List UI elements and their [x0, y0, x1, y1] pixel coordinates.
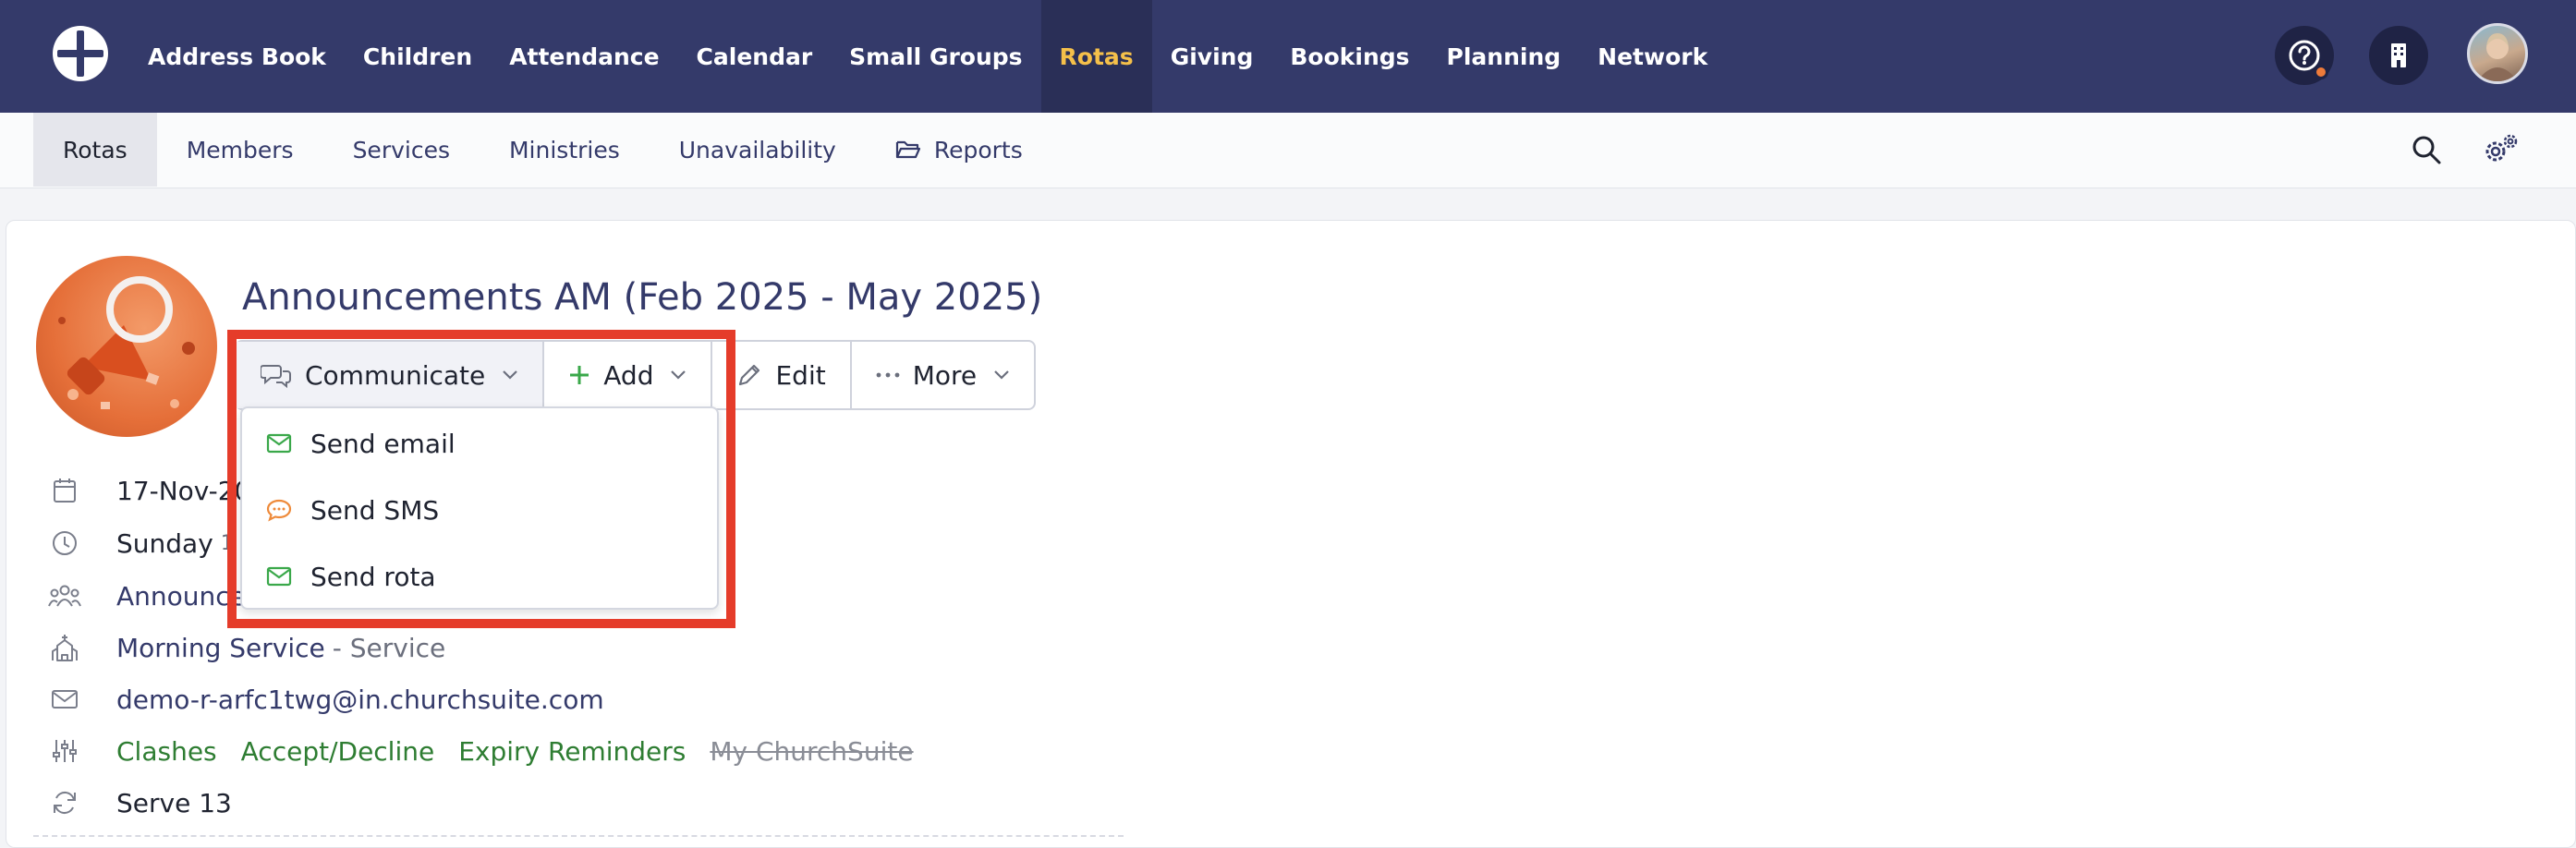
nav-attendance[interactable]: Attendance [491, 0, 677, 113]
envelope-icon [52, 690, 78, 709]
detail-day: Sunday 1 [48, 525, 234, 562]
setting-clashes: Clashes [116, 735, 217, 767]
folder-open-icon [895, 140, 920, 159]
nav-small-groups[interactable]: Small Groups [831, 0, 1040, 113]
main-menu: Address Book Children Attendance Calenda… [129, 0, 1726, 113]
subnav-members[interactable]: Members [157, 113, 323, 187]
top-navigation-bar: Address Book Children Attendance Calenda… [0, 0, 2576, 113]
setting-expiry-reminders: Expiry Reminders [458, 735, 687, 767]
service-type: - Service [332, 632, 446, 663]
calendar-icon [54, 479, 76, 503]
building-icon [2391, 43, 2406, 67]
nav-planning[interactable]: Planning [1428, 0, 1580, 113]
search-icon [2412, 136, 2441, 164]
nav-bookings[interactable]: Bookings [1271, 0, 1428, 113]
subnav-services[interactable]: Services [323, 113, 480, 187]
chevron-down-icon [994, 370, 1009, 380]
highlight-box [227, 330, 735, 628]
gears-icon [2485, 134, 2518, 162]
edit-label: Edit [775, 359, 826, 391]
more-label: More [912, 359, 978, 391]
clock-icon [53, 531, 77, 555]
rota-email-link[interactable]: demo-r-arfc1twg@in.churchsuite.com [116, 684, 604, 715]
rotas-sub-navigation: Rotas Members Services Ministries Unavai… [0, 113, 2576, 188]
nav-address-book[interactable]: Address Book [129, 0, 345, 113]
subnav-rotas[interactable]: Rotas [33, 113, 157, 187]
organisation-button[interactable] [2369, 26, 2428, 85]
church-icon [52, 635, 78, 661]
day-text: Sunday [116, 527, 213, 559]
help-button[interactable] [2275, 26, 2334, 85]
megaphone-image-icon [58, 276, 195, 409]
sliders-icon [53, 740, 77, 762]
search-button[interactable] [2408, 131, 2445, 168]
subnav-reports[interactable]: Reports [866, 113, 1052, 187]
setting-my-churchsuite: My ChurchSuite [710, 735, 914, 767]
user-avatar[interactable] [2467, 23, 2528, 84]
detail-repeat: Serve 13 [48, 784, 232, 821]
detail-service: Morning Service - Service [48, 629, 445, 666]
divider [33, 835, 1124, 837]
nav-network[interactable]: Network [1579, 0, 1726, 113]
detail-ministry: Announcer [48, 577, 256, 614]
subnav-unavailability[interactable]: Unavailability [650, 113, 866, 187]
nav-giving[interactable]: Giving [1152, 0, 1272, 113]
nav-children[interactable]: Children [345, 0, 491, 113]
settings-button[interactable] [2482, 131, 2519, 168]
pencil-icon [739, 364, 760, 386]
nav-rotas[interactable]: Rotas [1040, 0, 1152, 113]
detail-date: 17-Nov-20 [48, 472, 250, 509]
more-button[interactable]: More [852, 342, 1034, 408]
service-link[interactable]: Morning Service [116, 633, 325, 663]
user-photo-icon [2477, 33, 2518, 81]
nav-calendar[interactable]: Calendar [678, 0, 832, 113]
people-group-icon [48, 585, 81, 607]
rota-image [36, 256, 217, 437]
subnav-ministries[interactable]: Ministries [480, 113, 650, 187]
churchsuite-logo-icon[interactable] [50, 23, 111, 84]
ellipsis-icon [876, 372, 900, 378]
refresh-icon [54, 791, 76, 815]
repeat-text: Serve 13 [116, 787, 232, 818]
detail-settings: Clashes Accept/Decline Expiry Reminders … [48, 733, 914, 769]
detail-email: demo-r-arfc1twg@in.churchsuite.com [48, 681, 604, 718]
notification-dot [2314, 65, 2328, 79]
subnav-reports-label: Reports [933, 136, 1023, 164]
rota-title: Announcements AM (Feb 2025 - May 2025) [242, 276, 1043, 319]
setting-accept-decline: Accept/Decline [240, 735, 435, 767]
